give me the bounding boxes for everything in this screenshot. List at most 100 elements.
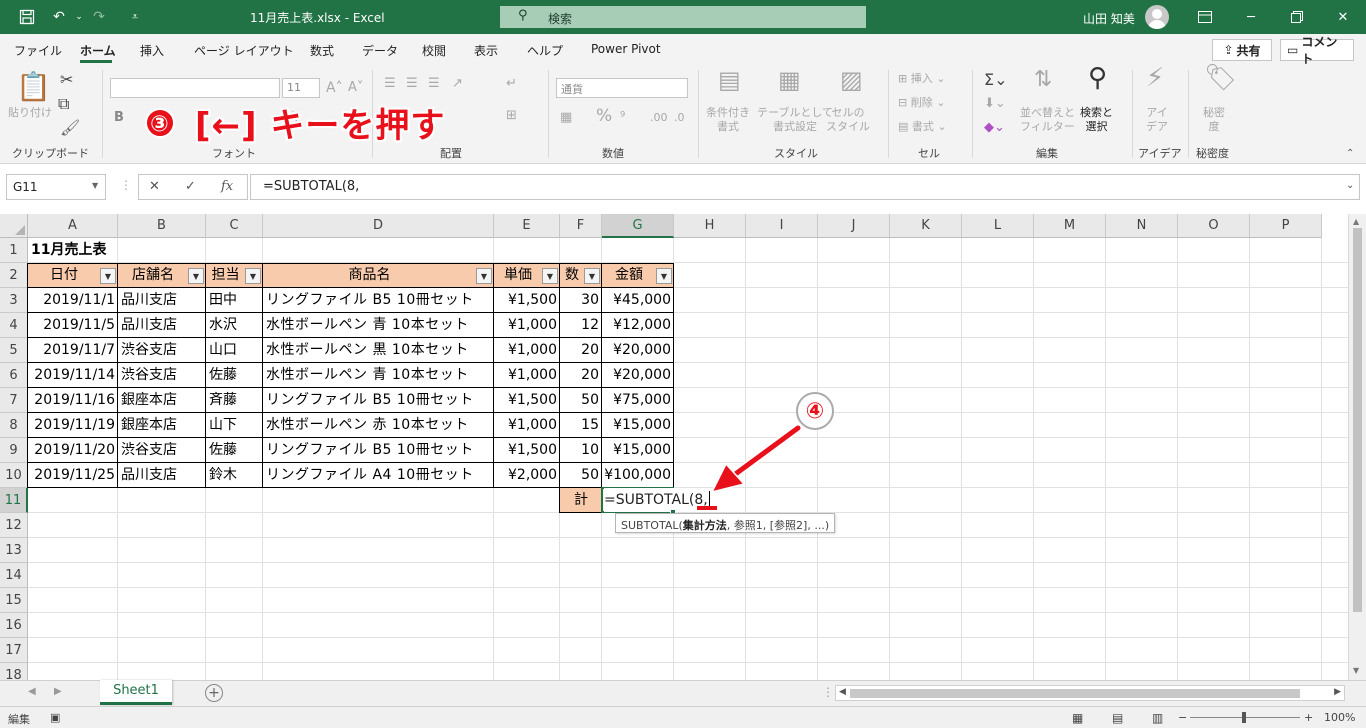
filter-dropdown-icon[interactable]: ▼	[542, 268, 558, 284]
avatar[interactable]	[1145, 5, 1169, 29]
expand-formula-bar-icon[interactable]: ⌄	[1346, 180, 1354, 191]
row-header-8[interactable]: 8	[0, 413, 28, 438]
undo-dropdown-icon[interactable]: ⌄	[68, 6, 90, 28]
row-header-7[interactable]: 7	[0, 388, 28, 413]
row-header-12[interactable]: 12	[0, 513, 28, 538]
zoom-slider-knob[interactable]	[1242, 712, 1246, 723]
search-input[interactable]: ⚲ 検索	[500, 6, 866, 28]
enter-icon[interactable]: ✓	[185, 179, 196, 194]
tab-file[interactable]: ファイル	[14, 42, 62, 59]
scroll-up-icon[interactable]: ▲	[1353, 217, 1359, 226]
percent-icon[interactable]: %	[596, 108, 612, 125]
formula-input[interactable]: =SUBTOTAL(8,	[250, 174, 1360, 200]
table-cell[interactable]: 10	[560, 438, 602, 463]
sheet-title[interactable]: 11月売上表	[28, 238, 228, 263]
comma-style-icon[interactable]: ⁹	[620, 110, 625, 126]
row-header-5[interactable]: 5	[0, 338, 28, 363]
table-cell[interactable]: 斉藤	[206, 388, 263, 413]
table-cell[interactable]: ¥2,000	[494, 463, 560, 488]
table-cell[interactable]: 品川支店	[118, 313, 206, 338]
column-header-e[interactable]: E	[494, 214, 560, 238]
table-cell[interactable]: 田中	[206, 288, 263, 313]
collapse-ribbon-icon[interactable]: ⌃	[1346, 146, 1354, 162]
conditional-format-label[interactable]: 条件付き 書式	[706, 106, 750, 134]
column-header-f[interactable]: F	[560, 214, 602, 238]
column-header-l[interactable]: L	[962, 214, 1034, 238]
column-header-a[interactable]: A	[28, 214, 118, 238]
filter-dropdown-icon[interactable]: ▼	[100, 268, 116, 284]
table-cell[interactable]: 水性ボールペン 青 10本セット	[263, 313, 494, 338]
zoom-out-icon[interactable]: −	[1178, 711, 1187, 724]
clear-icon[interactable]: ◆⌄	[984, 120, 1005, 136]
vertical-scroll-thumb[interactable]	[1353, 228, 1362, 612]
tooltip-function[interactable]: SUBTOTAL(	[621, 519, 683, 532]
table-cell[interactable]: ¥1,000	[494, 313, 560, 338]
font-name-select[interactable]	[110, 78, 280, 98]
column-header-j[interactable]: J	[818, 214, 890, 238]
table-cell[interactable]: 佐藤	[206, 363, 263, 388]
table-cell[interactable]: 20	[560, 363, 602, 388]
paste-icon[interactable]: 📋	[16, 72, 51, 102]
column-header-i[interactable]: I	[746, 214, 818, 238]
page-break-view-icon[interactable]: ▥	[1152, 711, 1163, 725]
font-size-select[interactable]: 11	[282, 78, 320, 98]
align-middle-icon[interactable]: ☰	[406, 76, 418, 92]
ideas-icon[interactable]: ⚡	[1146, 65, 1164, 91]
wrap-text-icon[interactable]: ↵	[506, 76, 517, 92]
minimize-icon[interactable]: ─	[1228, 0, 1274, 34]
orientation-icon[interactable]: ↗	[452, 76, 463, 92]
row-header-18[interactable]: 18	[0, 663, 28, 680]
table-cell[interactable]: ¥1,000	[494, 338, 560, 363]
horizontal-scrollbar[interactable]: ◀ ▶	[835, 685, 1345, 701]
row-header-9[interactable]: 9	[0, 438, 28, 463]
insert-function-icon[interactable]: fx	[221, 179, 233, 194]
filter-dropdown-icon[interactable]: ▼	[476, 268, 492, 284]
find-select-label[interactable]: 検索と 選択	[1080, 106, 1113, 134]
sort-filter-label[interactable]: 並べ替えと フィルター	[1020, 106, 1075, 134]
table-cell[interactable]: 50	[560, 463, 602, 488]
row-header-2[interactable]: 2	[0, 263, 28, 288]
table-cell[interactable]: 銀座本店	[118, 388, 206, 413]
table-cell[interactable]: ¥20,000	[602, 338, 674, 363]
tab-review[interactable]: 校閲	[422, 42, 446, 59]
restore-icon[interactable]	[1274, 0, 1320, 34]
table-cell[interactable]: 水沢	[206, 313, 263, 338]
column-header-o[interactable]: O	[1178, 214, 1250, 238]
table-cell[interactable]: 山下	[206, 413, 263, 438]
cell-styles-label[interactable]: セルの スタイル	[826, 106, 870, 134]
format-cells-button[interactable]: ▤ 書式 ⌄	[898, 120, 947, 134]
filter-dropdown-icon[interactable]: ▼	[584, 268, 600, 284]
table-cell[interactable]: 銀座本店	[118, 413, 206, 438]
next-sheet-icon[interactable]: ▶	[54, 686, 62, 697]
scroll-right-icon[interactable]: ▶	[1334, 687, 1341, 697]
decrease-font-icon[interactable]: A˅	[348, 80, 363, 96]
filter-dropdown-icon[interactable]: ▼	[245, 268, 261, 284]
undo-icon[interactable]: ↶	[48, 6, 70, 28]
find-select-icon[interactable]: ⚲	[1088, 65, 1107, 91]
table-cell[interactable]: ¥1,000	[494, 413, 560, 438]
table-cell[interactable]: 渋谷支店	[118, 438, 206, 463]
copy-icon[interactable]: ⧉	[58, 96, 69, 112]
customize-toolbar-icon[interactable]: ⩡	[124, 6, 146, 28]
column-header-b[interactable]: B	[118, 214, 206, 238]
table-cell[interactable]: ¥1,500	[494, 388, 560, 413]
user-name[interactable]: 山田 知美	[1083, 10, 1135, 27]
prev-sheet-icon[interactable]: ◀	[28, 686, 36, 697]
format-as-table-label[interactable]: テーブルとして 書式設定	[757, 106, 833, 134]
normal-view-icon[interactable]: ▦	[1072, 711, 1083, 725]
table-cell[interactable]: 2019/11/5	[28, 313, 118, 338]
tab-help[interactable]: ヘルプ	[527, 42, 563, 59]
tab-formulas[interactable]: 数式	[310, 42, 334, 59]
row-header-10[interactable]: 10	[0, 463, 28, 488]
table-cell[interactable]: 品川支店	[118, 288, 206, 313]
sheet-tab-sheet1[interactable]: Sheet1	[100, 680, 172, 705]
insert-cells-button[interactable]: ⊞ 挿入 ⌄	[898, 72, 945, 86]
table-cell[interactable]: 30	[560, 288, 602, 313]
conditional-format-icon[interactable]: ▤	[718, 68, 741, 92]
table-cell[interactable]: 2019/11/25	[28, 463, 118, 488]
add-sheet-icon[interactable]: +	[205, 684, 223, 702]
table-cell[interactable]: ¥12,000	[602, 313, 674, 338]
column-header-g[interactable]: G	[602, 214, 674, 238]
tab-view[interactable]: 表示	[474, 42, 498, 59]
increase-decimal-icon[interactable]: .00	[650, 110, 668, 126]
